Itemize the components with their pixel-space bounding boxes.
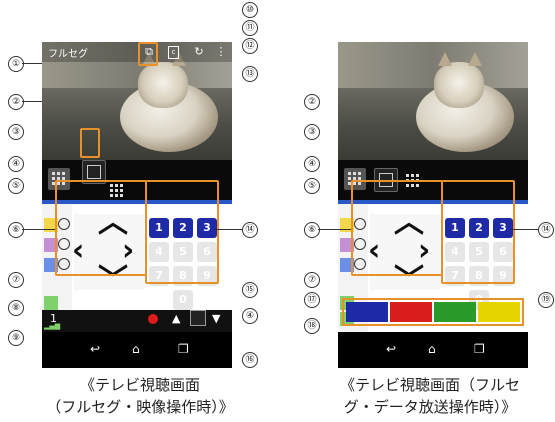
recent-apps-icon[interactable]: ❐ bbox=[474, 342, 485, 356]
blue-key[interactable] bbox=[346, 302, 388, 322]
navigation-bar: ↩ ⌂ ❐ bbox=[338, 332, 528, 368]
back-icon[interactable]: ↩ bbox=[386, 342, 396, 356]
callout-10: ⑩ bbox=[242, 2, 258, 18]
caption-left-line2: （フルセグ・映像操作時）》 bbox=[46, 398, 234, 416]
caption-right: 《テレビ視聴画面（フルセ グ・データ放送操作時）》 bbox=[310, 374, 550, 418]
rotate-icon[interactable]: ↻ bbox=[192, 45, 206, 59]
channel-up-icon[interactable]: ▲ bbox=[172, 312, 180, 325]
highlight-dpad bbox=[351, 180, 443, 276]
num-key-0[interactable]: 0 bbox=[173, 290, 193, 310]
highlight-numpad bbox=[441, 180, 515, 284]
highlight-data-button bbox=[80, 128, 100, 158]
leader-line bbox=[215, 229, 242, 230]
caption-right-line1: 《テレビ視聴画面（フルセ bbox=[339, 376, 520, 394]
callout-17: ⑰ bbox=[304, 292, 320, 308]
callout-11: ⑪ bbox=[242, 20, 258, 36]
callout-7: ⑦ bbox=[304, 272, 320, 288]
callout-4b: ④ bbox=[242, 308, 258, 324]
cat-head bbox=[138, 62, 188, 108]
app-title: フルセグ bbox=[48, 48, 88, 60]
cat-ear bbox=[438, 52, 452, 66]
data-broadcast-small-icon[interactable] bbox=[190, 310, 206, 326]
callout-14: ⑭ bbox=[538, 222, 554, 238]
callout-1: ① bbox=[8, 56, 24, 72]
leader-line bbox=[318, 229, 351, 230]
leader-line bbox=[22, 229, 55, 230]
red-key[interactable] bbox=[390, 302, 432, 322]
callout-3: ③ bbox=[8, 124, 24, 140]
callout-18: ⑱ bbox=[304, 318, 320, 334]
callout-7: ⑦ bbox=[8, 272, 24, 288]
leader-line bbox=[22, 63, 42, 64]
status-strip: 1 ▂▄▆ ▲ ▼ bbox=[42, 310, 232, 332]
callout-8: ⑧ bbox=[8, 300, 24, 316]
signal-icon: ▂▄▆ bbox=[44, 322, 61, 330]
callout-5: ⑤ bbox=[304, 178, 320, 194]
callout-3: ③ bbox=[304, 124, 320, 140]
green-key[interactable] bbox=[434, 302, 476, 322]
caption-right-line2: グ・データ放送操作時）》 bbox=[343, 398, 517, 416]
home-icon[interactable]: ⌂ bbox=[132, 342, 140, 356]
callout-12: ⑫ bbox=[242, 38, 258, 54]
callout-4: ④ bbox=[8, 156, 24, 172]
callout-16: ⑯ bbox=[242, 352, 258, 368]
callout-6: ⑥ bbox=[304, 222, 320, 238]
callout-9: ⑨ bbox=[8, 330, 24, 346]
leader-line bbox=[22, 101, 42, 102]
channel-down-icon[interactable]: ▼ bbox=[212, 312, 220, 325]
cat-ear bbox=[468, 52, 482, 66]
caption-left: 《テレビ視聴画面 （フルセグ・映像操作時）》 bbox=[20, 374, 260, 418]
cat-head bbox=[434, 62, 484, 108]
video-background bbox=[338, 42, 528, 88]
subtitle-icon[interactable]: c bbox=[168, 46, 179, 59]
recent-apps-icon[interactable]: ❐ bbox=[178, 342, 189, 356]
callout-14: ⑭ bbox=[242, 222, 258, 238]
data-icon bbox=[87, 165, 101, 179]
title-bar: フルセグ ⧉ c ↻ ⋮ bbox=[42, 42, 232, 62]
callout-15: ⑮ bbox=[242, 282, 258, 298]
highlight-dpad bbox=[55, 180, 147, 276]
highlight-numpad bbox=[145, 180, 219, 284]
caption-left-line1: 《テレビ視聴画面 bbox=[79, 376, 200, 394]
back-icon[interactable]: ↩ bbox=[90, 342, 100, 356]
record-button[interactable] bbox=[148, 314, 158, 324]
highlight-multiwindow bbox=[138, 42, 158, 66]
callout-2: ② bbox=[8, 94, 24, 110]
tv-video-area[interactable] bbox=[338, 42, 528, 160]
callout-6: ⑥ bbox=[8, 222, 24, 238]
navigation-bar: ↩ ⌂ ❐ bbox=[42, 332, 232, 368]
callout-19: ⑲ bbox=[538, 292, 554, 308]
callout-5: ⑤ bbox=[8, 178, 24, 194]
home-icon[interactable]: ⌂ bbox=[428, 342, 436, 356]
leader-line bbox=[511, 229, 538, 230]
callout-2: ② bbox=[304, 94, 320, 110]
callout-13: ⑬ bbox=[242, 66, 258, 82]
color-key-green[interactable] bbox=[44, 296, 58, 310]
yellow-key[interactable] bbox=[478, 302, 520, 322]
color-key-bar bbox=[342, 298, 524, 326]
callout-4: ④ bbox=[304, 156, 320, 172]
menu-icon[interactable]: ⋮ bbox=[214, 45, 228, 59]
